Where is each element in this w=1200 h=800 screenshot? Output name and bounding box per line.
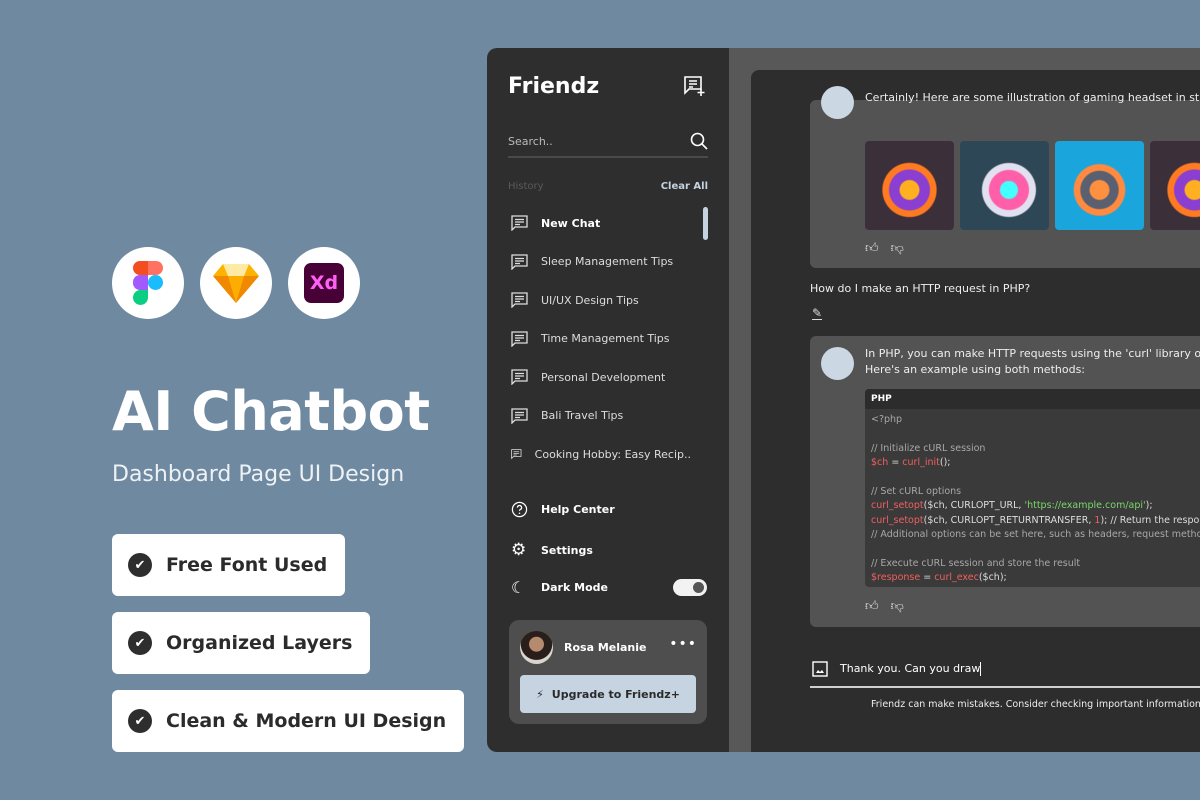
help-center-link[interactable]: Help Center (511, 501, 691, 518)
user-message: How do I make an HTTP request in PHP? (810, 282, 1031, 295)
code-language: PHP (865, 389, 1200, 409)
search-input[interactable]: Search.. (508, 126, 708, 158)
figma-icon (112, 247, 184, 319)
headset-image[interactable] (1055, 141, 1144, 230)
upgrade-button[interactable]: ⚡ Upgrade to Friendz+ (520, 675, 696, 713)
chat-icon (511, 292, 528, 308)
lightning-icon: ⚡ (536, 687, 544, 701)
feature-badge: ✔ Free Font Used (112, 534, 346, 596)
chat-icon (511, 369, 528, 385)
chat-panel: Certainly! Here are some illustration of… (751, 70, 1200, 752)
sidebar: Friendz Search.. History Clear All New Ch… (487, 48, 729, 752)
thumbs-up-icon[interactable]: 👍︎ (865, 241, 879, 256)
thumbs-up-icon[interactable]: 👍︎ (865, 599, 879, 614)
more-options-icon[interactable]: ••• (669, 636, 697, 652)
sketch-icon (200, 247, 272, 319)
avatar (520, 631, 553, 664)
history-item[interactable]: Bali Travel Tips (511, 407, 691, 424)
disclaimer: Friendz can make mistakes. Consider chec… (871, 699, 1200, 710)
logo: Friendz (508, 74, 600, 99)
bot-avatar (821, 347, 854, 380)
moon-icon: ☾ (511, 578, 526, 597)
thumbs-down-icon[interactable]: 👎︎ (891, 241, 904, 256)
check-icon: ✔ (128, 631, 152, 655)
adobe-xd-icon: Xd (288, 247, 360, 319)
chat-icon (511, 407, 528, 424)
headset-image[interactable] (1150, 141, 1200, 230)
edit-icon[interactable]: ✎ (812, 307, 823, 320)
thumbs-down-icon[interactable]: 👎︎ (891, 599, 904, 614)
feature-badge: ✔ Organized Layers (112, 612, 371, 674)
scrollbar[interactable] (703, 207, 708, 240)
tool-icons: Xd (112, 247, 360, 319)
dark-mode-row: ☾ Dark Mode (511, 578, 608, 597)
history-item[interactable]: Sleep Management Tips (511, 253, 691, 270)
gear-icon: ⚙ (511, 540, 527, 560)
image-icon[interactable] (812, 661, 828, 677)
dark-mode-toggle[interactable] (673, 579, 707, 596)
headset-image[interactable] (960, 141, 1049, 230)
headset-image[interactable] (865, 141, 954, 230)
history-item[interactable]: New Chat (511, 215, 691, 231)
history-item[interactable]: Time Management Tips (511, 330, 691, 347)
clear-all-button[interactable]: Clear All (661, 181, 708, 192)
user-name: Rosa Melanie (564, 641, 647, 654)
bot-message: In PHP, you can make HTTP requests using… (810, 336, 1200, 627)
promo-title: AI Chatbot (112, 380, 430, 443)
new-chat-icon[interactable] (683, 75, 707, 97)
settings-link[interactable]: ⚙ Settings (511, 540, 691, 560)
check-icon: ✔ (128, 709, 152, 733)
bot-message: Certainly! Here are some illustration of… (810, 86, 1200, 268)
check-icon: ✔ (128, 553, 152, 577)
chat-icon (511, 215, 528, 231)
history-item[interactable]: Personal Development (511, 369, 691, 385)
feature-badge: ✔ Clean & Modern UI Design (112, 690, 465, 752)
chat-icon (511, 330, 528, 347)
chat-input[interactable]: Thank you. Can you draw (810, 652, 1200, 688)
history-label: History (508, 181, 544, 192)
promo-subtitle: Dashboard Page UI Design (112, 462, 405, 487)
help-icon (511, 501, 528, 518)
history-item[interactable]: Cooking Hobby: Easy Recip.. (511, 446, 691, 462)
chat-icon (511, 253, 528, 270)
user-card: Rosa Melanie ••• ⚡ Upgrade to Friendz+ (509, 620, 707, 724)
bot-avatar (821, 86, 854, 119)
history-item[interactable]: UI/UX Design Tips (511, 292, 691, 308)
code-block: PHP <?php // Initialize cURL session $ch… (865, 389, 1200, 587)
chat-icon (511, 449, 522, 460)
search-icon[interactable] (690, 132, 708, 150)
